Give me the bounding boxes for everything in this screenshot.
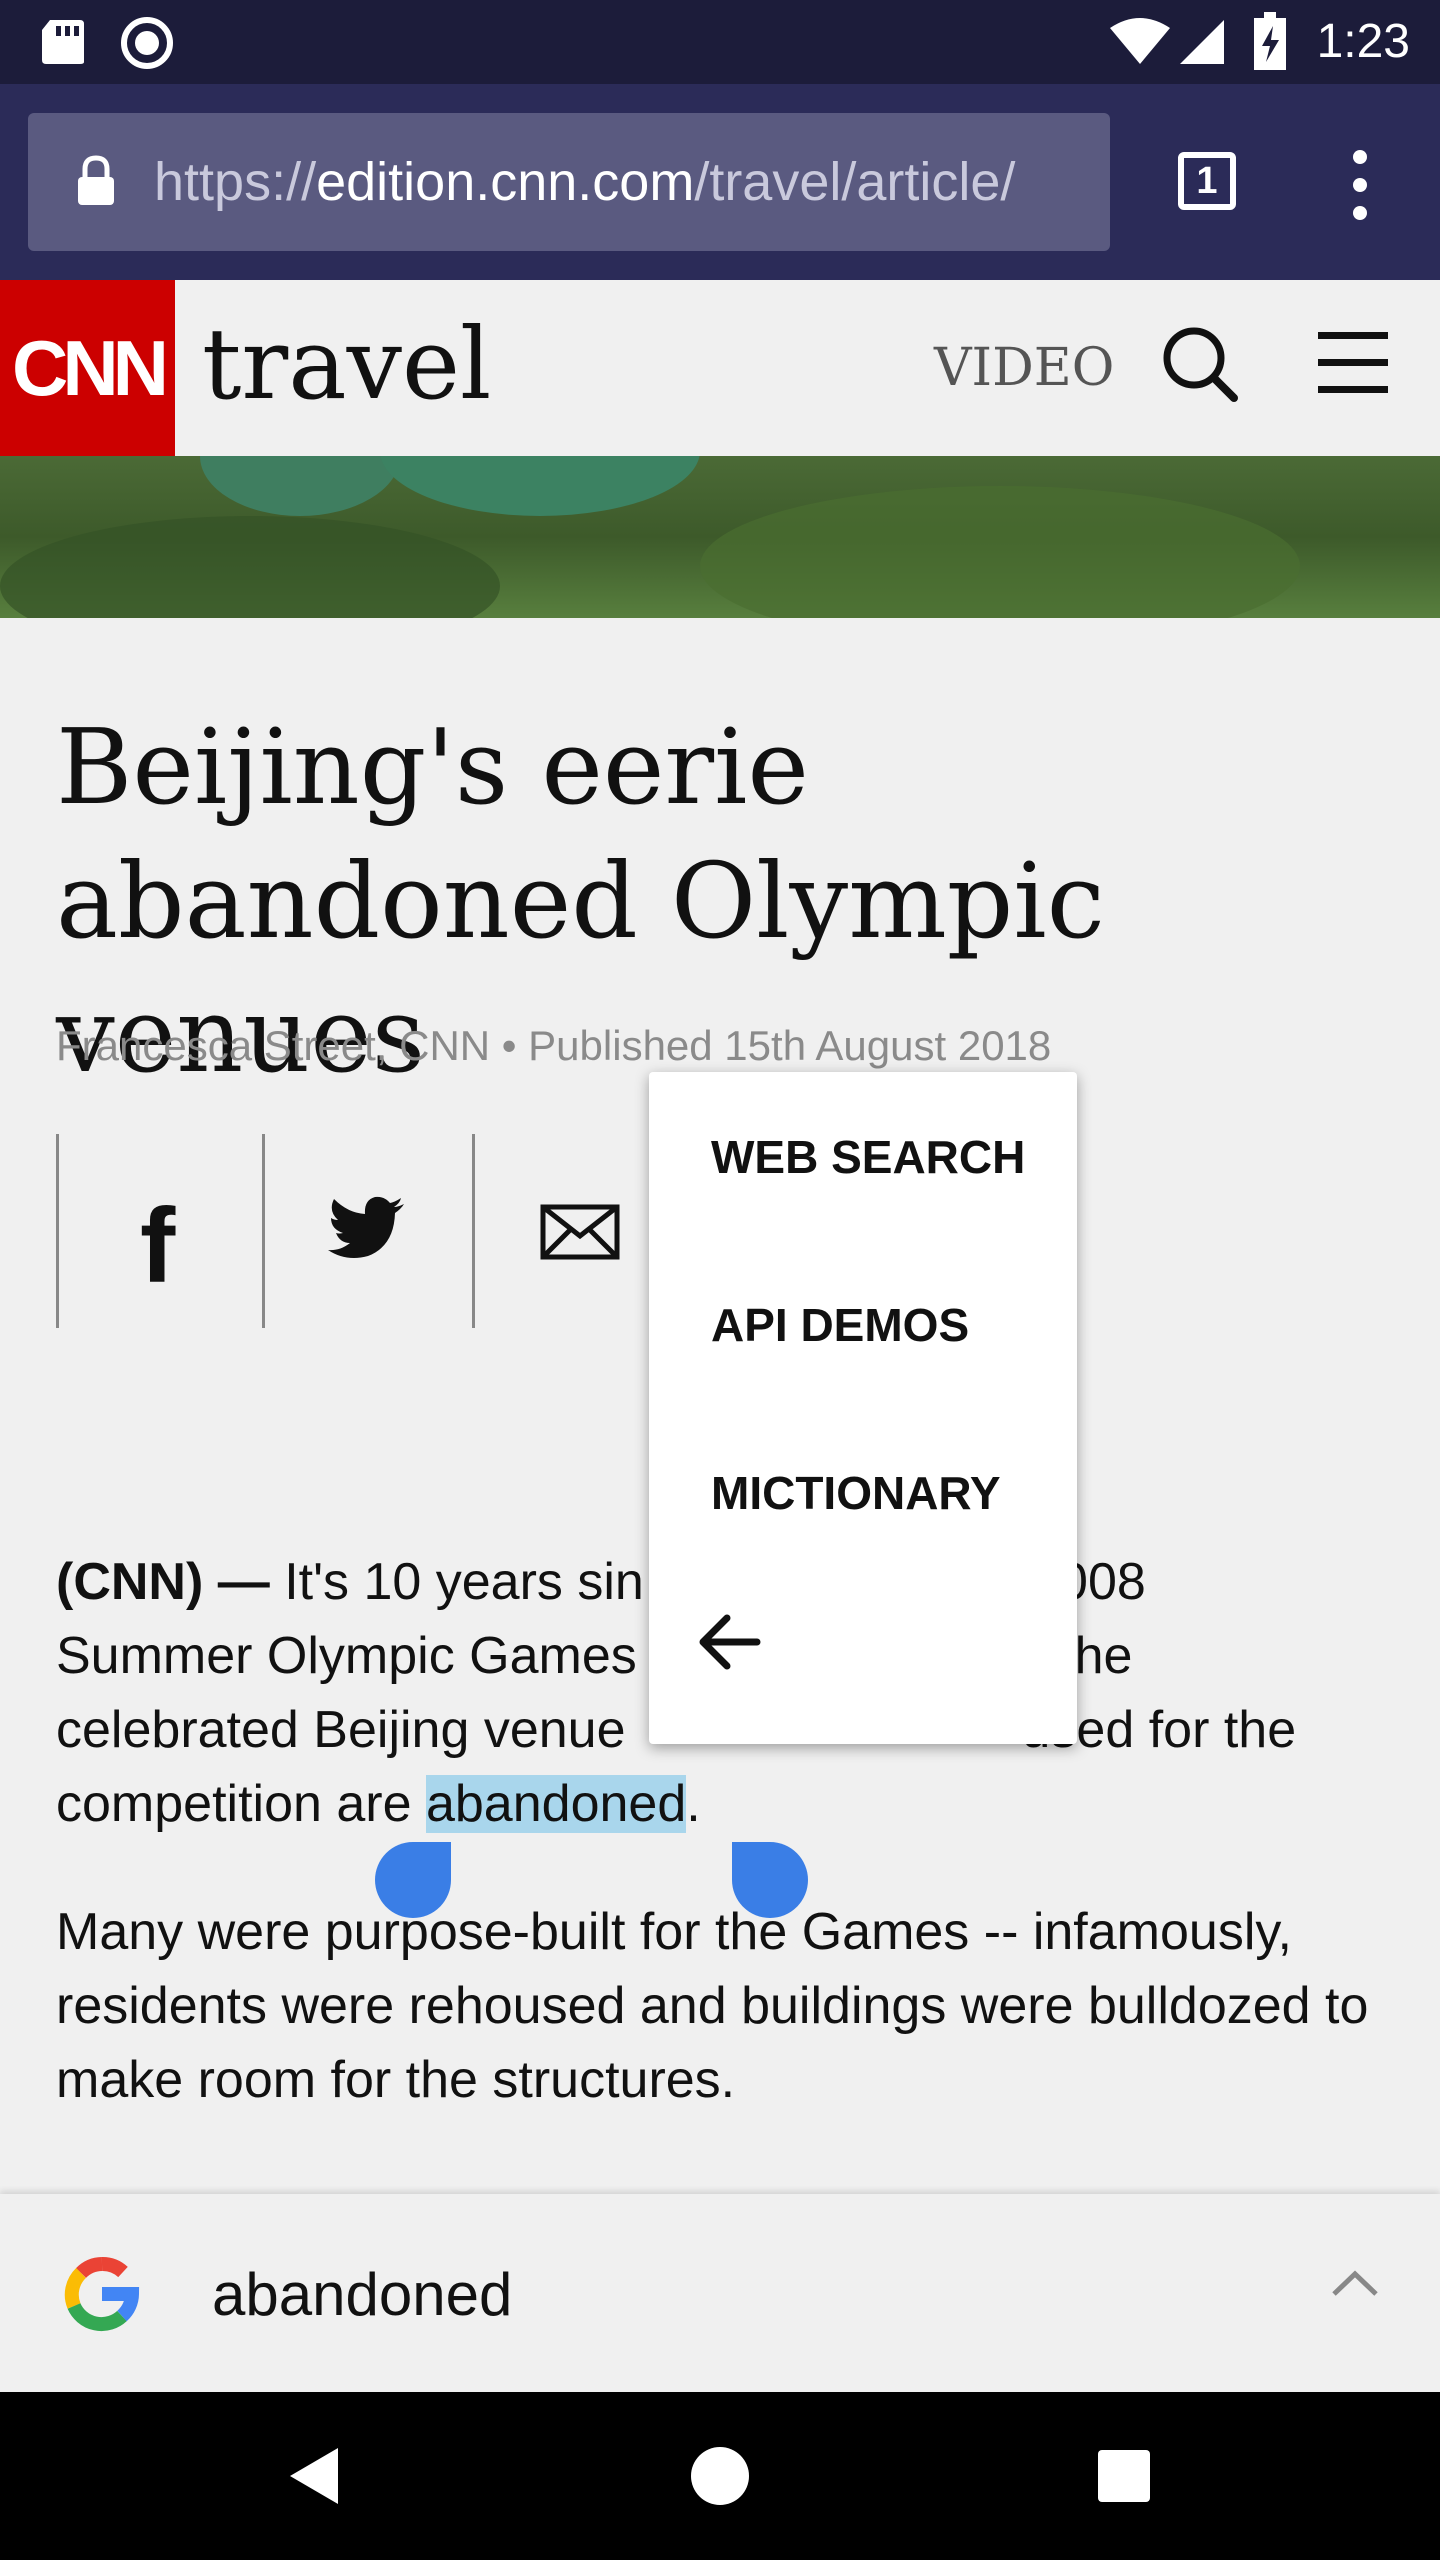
menu-item-api-demos[interactable]: API DEMOS xyxy=(711,1298,969,1352)
google-logo-icon xyxy=(64,2257,140,2332)
recents-nav-icon[interactable] xyxy=(1096,2448,1152,2504)
hamburger-menu-icon[interactable] xyxy=(1318,332,1388,413)
email-share-icon[interactable] xyxy=(540,1204,620,1260)
video-link[interactable]: VIDEO xyxy=(934,338,1114,398)
facebook-share-icon[interactable]: f xyxy=(140,1186,175,1307)
article-paragraph: Many were purpose-built for the Games --… xyxy=(56,1903,1369,2109)
battery-charging-icon xyxy=(1254,12,1286,70)
search-query: abandoned xyxy=(212,2261,513,2328)
lock-icon xyxy=(78,155,114,205)
article-byline: Francesca Street, CNN • Published 15th A… xyxy=(56,1022,1052,1069)
back-nav-icon[interactable] xyxy=(286,2444,342,2508)
site-header: CNN travel VIDEO xyxy=(0,280,1440,456)
paragraph-line: competition are abandoned. xyxy=(56,1775,701,1833)
url-bar[interactable]: https://edition.cnn.com/travel/article/ xyxy=(28,113,1110,251)
cell-signal-icon xyxy=(1180,20,1224,64)
selected-text[interactable]: abandoned xyxy=(425,1775,687,1833)
contextual-search-bar[interactable]: abandoned xyxy=(0,2194,1440,2392)
menu-item-mictionary[interactable]: MICTIONARY xyxy=(711,1466,1001,1520)
tab-switcher-button[interactable]: 1 xyxy=(1178,152,1236,210)
home-nav-icon[interactable] xyxy=(688,2444,752,2508)
url-prefix: https:// xyxy=(154,152,317,212)
status-time: 1:23 xyxy=(1316,15,1410,68)
overflow-menu-icon[interactable] xyxy=(1340,150,1380,230)
share-divider xyxy=(262,1134,265,1328)
chevron-up-icon[interactable] xyxy=(1330,2268,1380,2298)
menu-item-web-search[interactable]: WEB SEARCH xyxy=(711,1130,1025,1184)
sd-card-icon xyxy=(42,20,84,64)
section-title[interactable]: travel xyxy=(202,308,491,422)
url-host: edition.cnn.com xyxy=(316,152,695,212)
text-selection-menu: WEB SEARCH API DEMOS MICTIONARY xyxy=(649,1072,1077,1744)
hero-image xyxy=(0,456,1440,618)
cnn-logo[interactable]: CNN xyxy=(0,280,175,456)
browser-toolbar: https://edition.cnn.com/travel/article/ … xyxy=(0,84,1440,280)
twitter-share-icon[interactable] xyxy=(328,1196,406,1262)
share-divider xyxy=(56,1134,59,1328)
url-path: /travel/article/ xyxy=(694,152,1016,212)
status-bar: 1:23 xyxy=(0,0,1440,84)
system-nav-bar xyxy=(0,2392,1440,2560)
share-divider xyxy=(472,1134,475,1328)
record-icon xyxy=(121,17,173,69)
url-text[interactable]: https://edition.cnn.com/travel/article/ xyxy=(154,151,1094,213)
wifi-icon xyxy=(1110,18,1170,64)
back-arrow-icon[interactable] xyxy=(697,1614,761,1670)
dateline: (CNN) — xyxy=(56,1553,285,1611)
search-icon[interactable] xyxy=(1160,324,1240,404)
